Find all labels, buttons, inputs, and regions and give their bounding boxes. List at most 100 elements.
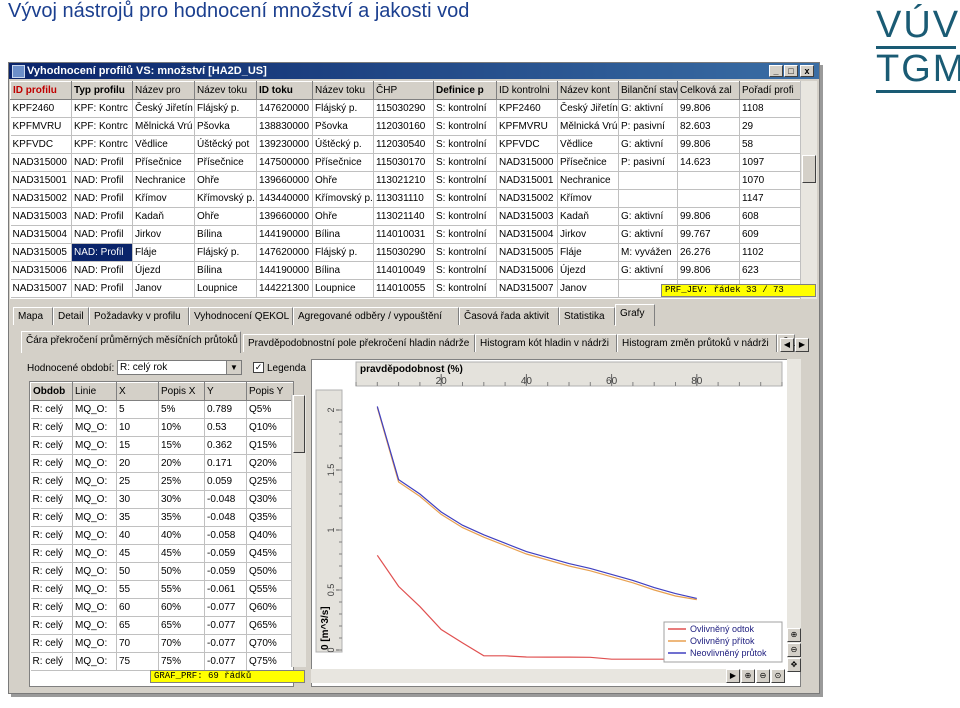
chart-data-cell[interactable]: MQ_O: bbox=[72, 598, 117, 617]
profiles-cell[interactable]: Flájský p. bbox=[312, 99, 374, 118]
profiles-cell[interactable]: 147500000 bbox=[256, 153, 313, 172]
profiles-cell[interactable]: 113021140 bbox=[373, 207, 434, 226]
chart-data-row[interactable]: R: celý MQ_O: 60 60% -0.077 Q60% bbox=[30, 598, 293, 617]
chart-data-cell[interactable]: 0.059 bbox=[204, 472, 247, 491]
chart-data-cell[interactable]: MQ_O: bbox=[72, 436, 117, 455]
profiles-cell[interactable]: Křímovský p. bbox=[312, 189, 374, 208]
chart-data-cell[interactable]: 75% bbox=[158, 652, 205, 671]
profiles-cell[interactable]: Bílina bbox=[194, 225, 257, 244]
profiles-cell[interactable]: NAD315001 bbox=[496, 171, 558, 190]
scroll-right-icon[interactable]: ▶ bbox=[726, 669, 740, 683]
chart-data-cell[interactable]: Q20% bbox=[246, 454, 293, 473]
chart-data-cell[interactable]: 20% bbox=[158, 454, 205, 473]
profiles-cell[interactable]: G: aktivní bbox=[618, 135, 678, 154]
chart-data-cell[interactable]: 70 bbox=[116, 634, 159, 653]
profiles-cell[interactable]: Bílina bbox=[312, 225, 374, 244]
tab-casova-rada[interactable]: Časová řada aktivit bbox=[459, 307, 559, 325]
profiles-cell[interactable]: S: kontrolní bbox=[433, 153, 497, 172]
profiles-table-row[interactable]: NAD315001 NAD: Profil Nechranice Ohře 139660… bbox=[10, 171, 800, 190]
profiles-cell[interactable]: Flájský p. bbox=[312, 243, 374, 262]
profiles-table-row[interactable]: NAD315006 NAD: Profil Újezd Bílina 144190000… bbox=[10, 261, 800, 280]
profiles-cell[interactable]: Pšovka bbox=[194, 117, 257, 136]
profiles-cell[interactable]: Loupnice bbox=[194, 279, 257, 298]
chart-data-cell[interactable]: 0.53 bbox=[204, 418, 247, 437]
chart-data-cell[interactable]: R: celý bbox=[30, 508, 73, 527]
chart-data-cell[interactable]: Q55% bbox=[246, 580, 293, 599]
minimize-button[interactable]: _ bbox=[769, 65, 783, 77]
chart-data-cell[interactable]: Q45% bbox=[246, 544, 293, 563]
chart-data-row[interactable]: R: celý MQ_O: 10 10% 0.53 Q10% bbox=[30, 418, 293, 437]
chart-data-cell[interactable]: 10% bbox=[158, 418, 205, 437]
profiles-cell[interactable]: Křímov bbox=[132, 189, 195, 208]
profiles-cell[interactable]: Fláje bbox=[557, 243, 619, 262]
chart-data-cell[interactable]: Q10% bbox=[246, 418, 293, 437]
chart-data-cell[interactable]: 5% bbox=[158, 400, 205, 419]
profiles-cell[interactable]: G: aktivní bbox=[618, 225, 678, 244]
profiles-cell[interactable]: NAD315005 bbox=[10, 243, 72, 262]
profiles-cell[interactable]: NAD315007 bbox=[496, 279, 558, 298]
chart-data-cell[interactable]: 20 bbox=[116, 454, 159, 473]
chart-data-cell[interactable]: 0.171 bbox=[204, 454, 247, 473]
profiles-cell[interactable]: NAD: Profil bbox=[71, 225, 133, 244]
chart-data-cell[interactable]: -0.059 bbox=[204, 562, 247, 581]
chart-data-cell[interactable]: R: celý bbox=[30, 472, 73, 491]
profiles-cell[interactable]: Křímov bbox=[557, 189, 619, 208]
profiles-cell[interactable]: NAD315003 bbox=[496, 207, 558, 226]
profiles-cell[interactable]: P: pasivní bbox=[618, 117, 678, 136]
profiles-cell[interactable]: S: kontrolní bbox=[433, 279, 497, 298]
profiles-cell[interactable]: 1108 bbox=[739, 99, 800, 118]
profiles-cell[interactable]: 608 bbox=[739, 207, 800, 226]
chart-data-cell[interactable]: R: celý bbox=[30, 652, 73, 671]
profiles-cell[interactable]: 114010055 bbox=[373, 279, 434, 298]
chart-data-cell[interactable]: 65 bbox=[116, 616, 159, 635]
profiles-cell[interactable]: S: kontrolní bbox=[433, 189, 497, 208]
profiles-cell[interactable]: NAD315005 bbox=[496, 243, 558, 262]
profiles-column-header[interactable]: ID toku bbox=[256, 81, 313, 100]
chart-data-cell[interactable]: Q5% bbox=[246, 400, 293, 419]
profiles-cell[interactable]: Kadaň bbox=[132, 207, 195, 226]
legend-checkbox[interactable]: ✓ bbox=[253, 362, 264, 373]
profiles-column-header[interactable]: Definice p bbox=[433, 81, 497, 100]
chart-data-cell[interactable]: Q60% bbox=[246, 598, 293, 617]
chart-data-cell[interactable]: R: celý bbox=[30, 598, 73, 617]
profiles-cell[interactable]: KPF: Kontrc bbox=[71, 135, 133, 154]
chart-data-cell[interactable]: MQ_O: bbox=[72, 526, 117, 545]
chart-data-row[interactable]: R: celý MQ_O: 25 25% 0.059 Q25% bbox=[30, 472, 293, 491]
profiles-table-row[interactable]: KPFMVRU KPF: Kontrc Mělnická Vrú Pšovka 1388… bbox=[10, 117, 800, 136]
profiles-cell[interactable]: Janov bbox=[132, 279, 195, 298]
chart-data-grid-scroll-thumb[interactable] bbox=[293, 395, 305, 453]
profiles-cell[interactable]: S: kontrolní bbox=[433, 261, 497, 280]
chart-data-cell[interactable]: 0.789 bbox=[204, 400, 247, 419]
chart-data-cell[interactable]: Q15% bbox=[246, 436, 293, 455]
profiles-grid-scroll-thumb[interactable] bbox=[802, 155, 816, 183]
chart-data-cell[interactable]: 10 bbox=[116, 418, 159, 437]
chart-data-cell[interactable]: R: celý bbox=[30, 634, 73, 653]
profiles-cell[interactable]: 138830000 bbox=[256, 117, 313, 136]
chart-data-cell[interactable]: -0.077 bbox=[204, 652, 247, 671]
tab-qekol[interactable]: Vyhodnocení QEKOL bbox=[189, 307, 293, 325]
chart-data-cell[interactable]: R: celý bbox=[30, 418, 73, 437]
profiles-cell[interactable]: Bílina bbox=[194, 261, 257, 280]
profiles-cell[interactable]: P: pasivní bbox=[618, 153, 678, 172]
chart-data-column-header[interactable]: Popis X bbox=[158, 382, 205, 401]
profiles-cell[interactable]: Loupnice bbox=[312, 279, 374, 298]
profiles-cell[interactable]: 139660000 bbox=[256, 207, 313, 226]
profiles-cell[interactable]: S: kontrolní bbox=[433, 99, 497, 118]
chart-data-cell[interactable]: Q30% bbox=[246, 490, 293, 509]
profiles-cell[interactable]: 609 bbox=[739, 225, 800, 244]
chart-data-cell[interactable]: R: celý bbox=[30, 436, 73, 455]
chart-data-row[interactable]: R: celý MQ_O: 35 35% -0.048 Q35% bbox=[30, 508, 293, 527]
chart-data-row[interactable]: R: celý MQ_O: 20 20% 0.171 Q20% bbox=[30, 454, 293, 473]
profiles-cell[interactable]: NAD: Profil bbox=[71, 153, 133, 172]
profiles-column-header[interactable]: Název pro bbox=[132, 81, 195, 100]
profiles-cell[interactable]: S: kontrolní bbox=[433, 117, 497, 136]
profiles-column-header[interactable]: Název toku bbox=[312, 81, 374, 100]
profiles-cell[interactable]: NAD315002 bbox=[10, 189, 72, 208]
chart-data-cell[interactable]: Q50% bbox=[246, 562, 293, 581]
chart-data-grid-scrollbar[interactable] bbox=[291, 395, 306, 667]
profiles-cell[interactable]: 99.767 bbox=[677, 225, 740, 244]
chart-data-cell[interactable]: 5 bbox=[116, 400, 159, 419]
chart-data-cell[interactable]: 60 bbox=[116, 598, 159, 617]
chart-data-row[interactable]: R: celý MQ_O: 5 5% 0.789 Q5% bbox=[30, 400, 293, 419]
chart-data-row[interactable]: R: celý MQ_O: 75 75% -0.077 Q75% bbox=[30, 652, 293, 671]
